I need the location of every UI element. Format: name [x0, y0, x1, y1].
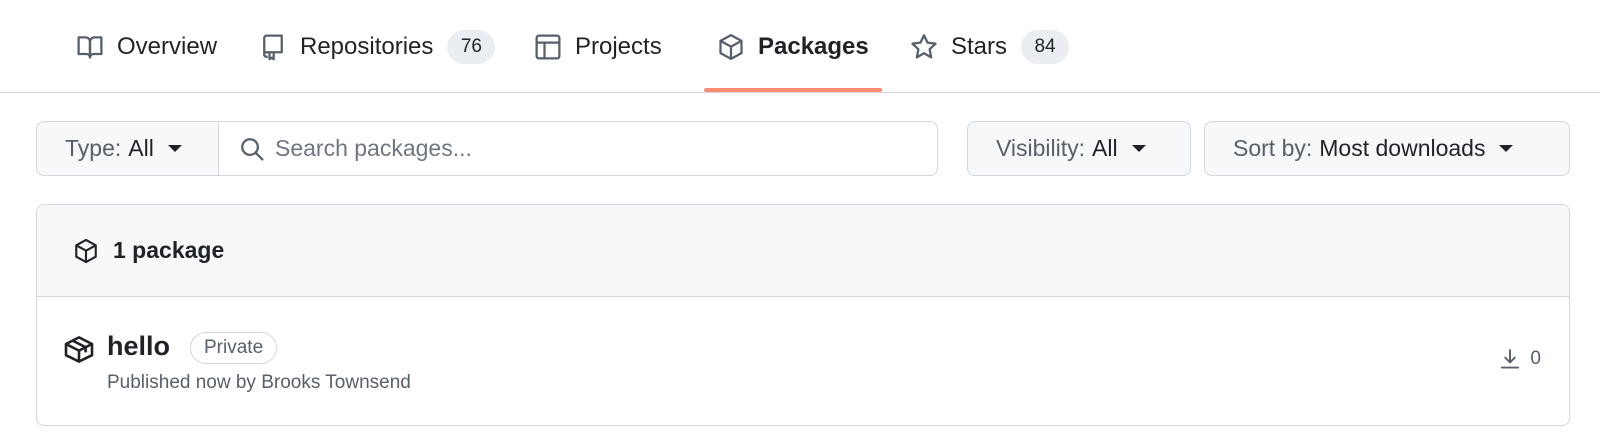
tab-stars-label: Stars — [951, 32, 1008, 60]
search-packages-input[interactable] — [275, 135, 915, 162]
tab-projects[interactable]: Projects — [533, 0, 662, 93]
visibility-filter-value: All — [1092, 135, 1118, 161]
sort-button[interactable]: Sort by: Most downloads — [1204, 121, 1570, 176]
profile-tabnav: Overview Repositories 76 Projects Packag… — [0, 0, 1600, 93]
sort-label: Sort by: — [1233, 135, 1313, 161]
visibility-filter-label: Visibility: — [996, 135, 1086, 161]
type-filter-value: All — [128, 135, 154, 161]
repositories-count-badge: 76 — [447, 29, 496, 64]
tab-packages[interactable]: Packages — [716, 0, 869, 93]
tab-overview-label: Overview — [117, 32, 218, 60]
search-box[interactable] — [218, 121, 938, 176]
book-icon — [75, 32, 105, 62]
caret-down-icon — [167, 145, 182, 152]
download-icon — [1498, 347, 1522, 371]
tab-overview[interactable]: Overview — [75, 0, 217, 93]
package-icon — [63, 333, 95, 365]
package-meta: Published now by Brooks Townsend — [107, 372, 411, 393]
search-icon — [237, 134, 267, 164]
active-tab-underline — [704, 88, 882, 92]
caret-down-icon — [1131, 145, 1146, 152]
package-name-link[interactable]: hello — [107, 331, 170, 362]
list-item: hello Private Published now by Brooks To… — [37, 297, 1569, 425]
package-count: 1 package — [113, 237, 225, 263]
download-count-value: 0 — [1530, 348, 1541, 369]
download-count: 0 — [1498, 347, 1541, 371]
table-icon — [533, 32, 563, 62]
caret-down-icon — [1499, 145, 1514, 152]
tab-packages-label: Packages — [758, 32, 869, 60]
package-icon — [716, 32, 746, 62]
tab-repositories[interactable]: Repositories 76 — [258, 0, 496, 93]
visibility-filter-button[interactable]: Visibility: All — [967, 121, 1191, 176]
repo-icon — [258, 32, 288, 62]
visibility-badge: Private — [190, 332, 278, 364]
package-icon — [71, 236, 101, 266]
tab-projects-label: Projects — [575, 32, 662, 60]
sort-value: Most downloads — [1319, 135, 1486, 161]
type-filter-button[interactable]: Type: All — [36, 121, 219, 176]
packages-list-header: 1 package — [37, 205, 1569, 297]
star-icon — [909, 32, 939, 62]
tab-stars[interactable]: Stars 84 — [909, 0, 1070, 93]
type-filter-label: Type: — [65, 135, 122, 161]
packages-list-box: 1 package hello Private Published now by… — [36, 204, 1570, 426]
tab-repositories-label: Repositories — [300, 32, 434, 60]
stars-count-badge: 84 — [1021, 29, 1070, 64]
